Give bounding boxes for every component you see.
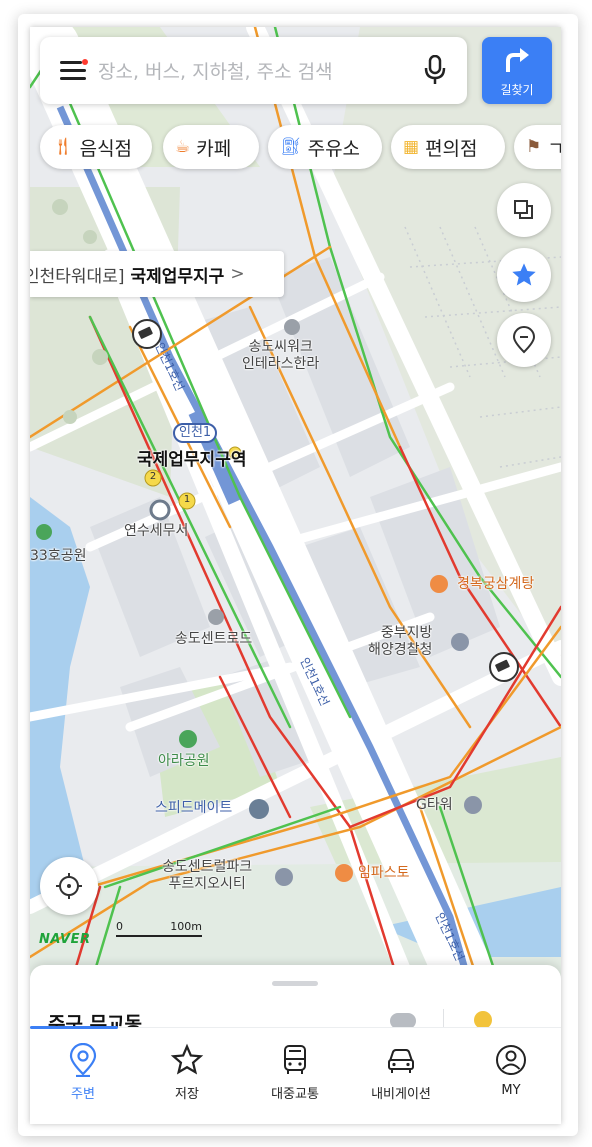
microphone-icon[interactable] [424, 54, 446, 89]
station-name[interactable]: 국제업무지구역 [137, 452, 246, 469]
search-bar[interactable]: 장소, 버스, 지하철, 주소 검색 [40, 37, 467, 104]
locate-me-button[interactable] [40, 857, 98, 915]
building-icon [208, 609, 224, 625]
notification-dot [82, 59, 88, 65]
exit-1-label: 1 [183, 494, 191, 505]
naver-logo: NAVER [39, 932, 91, 947]
scale-zero: 0 [116, 920, 123, 933]
location-pin-icon [69, 1043, 97, 1077]
menu-icon[interactable] [60, 59, 88, 83]
restaurant-icon [430, 575, 448, 593]
search-input[interactable]: 장소, 버스, 지하철, 주소 검색 [98, 57, 333, 84]
crosshair-icon [56, 873, 82, 899]
location-banner[interactable]: 인천타워대로] 국제업무지구 > [30, 251, 284, 297]
tab-nearby[interactable]: 주변 [30, 1043, 136, 1102]
banner-road: 인천타워대로] [30, 266, 125, 287]
tab-label: 대중교통 [271, 1087, 319, 1102]
app-screen: 인천1호선 인천1호선 인천1호선 인천1 국제업무지구역 2 1 송도씨워크 … [30, 27, 561, 1124]
building-icon [464, 796, 482, 814]
star-outline-icon [170, 1043, 204, 1075]
layers-button[interactable] [497, 183, 551, 237]
park-icon [179, 730, 197, 748]
tab-transit[interactable]: 대중교통 [242, 1043, 348, 1102]
map-view[interactable]: 인천1호선 인천1호선 인천1호선 [30, 27, 561, 987]
tab-navigation[interactable]: 내비게이션 [348, 1043, 454, 1102]
category-label: ㄱ [547, 137, 561, 160]
exit-2-label: 2 [149, 471, 157, 482]
star-icon [512, 263, 536, 286]
building-icon [275, 868, 293, 886]
directions-label: 길찾기 [500, 83, 534, 97]
place-marker-button[interactable] [497, 313, 551, 367]
poi-central-road[interactable]: 송도센트로드 [175, 631, 252, 648]
profile-icon [496, 1045, 526, 1075]
poi-g-tower[interactable]: G타워 [416, 797, 453, 814]
category-restaurant[interactable]: 🍴︎ 음식점 [40, 125, 152, 169]
scale-label: 100m [170, 920, 202, 933]
category-label: 주유소 [307, 137, 361, 160]
banner-area: 국제업무지구 [130, 266, 225, 287]
sheet-handle[interactable] [272, 981, 318, 986]
poi-coast-guard[interactable]: 중부지방 해양경찰청 [368, 625, 432, 659]
tax-office-icon [149, 499, 171, 521]
tab-my[interactable]: MY [458, 1043, 561, 1098]
cctv-icon [489, 652, 519, 682]
poi-ara-park[interactable]: 아라공원 [158, 753, 210, 770]
favorites-button[interactable] [497, 248, 551, 302]
category-convenience-store[interactable]: ▦ 편의점 [391, 125, 505, 169]
building-icon [284, 319, 300, 335]
fork-knife-icon: 🍴︎ [52, 137, 74, 157]
poi-tax-office[interactable]: 연수세무서 [124, 523, 188, 540]
map-pin-minus-icon [512, 326, 536, 354]
tab-label: 주변 [71, 1087, 95, 1102]
car-icon [388, 1049, 414, 1073]
tab-label: 저장 [175, 1087, 199, 1102]
directions-button[interactable]: 길찾기 [482, 37, 552, 104]
poi-central-park[interactable]: 송도센트럴파크 푸르지오시티 [162, 859, 252, 893]
category-label: 편의점 [425, 137, 478, 160]
poi-impasto[interactable]: 임파스토 [358, 865, 410, 882]
chevron-right-icon: > [230, 264, 245, 284]
gas-pump-icon: ⛽︎ [280, 137, 302, 157]
layers-icon [514, 200, 533, 219]
bus-icon [284, 1045, 306, 1074]
category-cafe[interactable]: ☕︎ 카페 [163, 125, 259, 169]
government-icon [451, 633, 469, 651]
category-label: 음식점 [79, 137, 133, 160]
poi-park-33[interactable]: 33호공원 [30, 548, 86, 565]
category-gas-station[interactable]: ⛽︎ 주유소 [268, 125, 382, 169]
category-more[interactable]: ⚑ ㄱ [514, 125, 561, 169]
restaurant-icon [335, 864, 353, 882]
scale-bar: 0 100m [116, 920, 202, 938]
poi-gyeongbok[interactable]: 경복궁삼계탕 [457, 576, 534, 593]
wrench-icon [249, 799, 269, 819]
tab-label: 내비게이션 [371, 1087, 431, 1102]
poi-speedmate[interactable]: 스피드메이트 [155, 800, 232, 817]
active-tab-indicator [30, 1026, 118, 1029]
coffee-cup-icon: ☕︎ [175, 137, 191, 157]
tab-saved[interactable]: 저장 [134, 1043, 240, 1102]
poi-songdo-seawalk[interactable]: 송도씨워크 인테라스한라 [242, 339, 319, 373]
turn-arrow-icon [506, 48, 529, 72]
park-icon [36, 524, 52, 540]
store-icon: ▦ [403, 137, 420, 157]
flag-icon: ⚑ [526, 137, 542, 157]
tab-label: MY [501, 1083, 521, 1098]
station-badge[interactable]: 인천1 [173, 423, 218, 443]
category-label: 카페 [196, 137, 232, 160]
